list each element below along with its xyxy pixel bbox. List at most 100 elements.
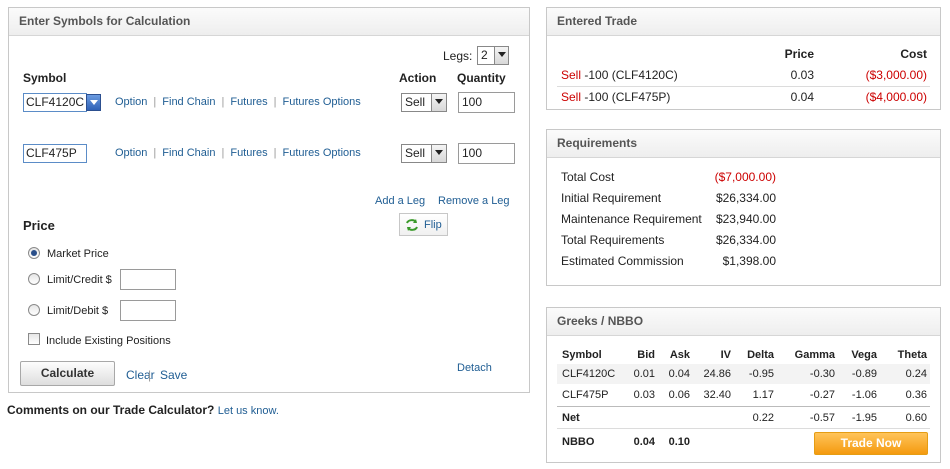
find-chain-link-leg2[interactable]: Find Chain [162,147,215,159]
legs-select[interactable]: 2 [477,46,509,65]
greeks-panel: Greeks / NBBO Symbol Bid Ask IV Delta Ga… [546,307,941,463]
trade-action: Sell [561,90,582,104]
greeks-header-delta: Delta [747,349,774,361]
nbbo-bid: 0.04 [633,436,655,448]
futures-options-link-leg2[interactable]: Futures Options [283,147,361,159]
greeks-header-vega: Vega [851,349,877,361]
futures-link-leg2[interactable]: Futures [230,147,267,159]
greeks-delta: 1.17 [752,389,774,401]
symbol-value-leg1: CLF4120C [26,95,85,109]
legs-label: Legs: [443,49,473,63]
net-label: Net [562,412,580,424]
futures-link-leg1[interactable]: Futures [230,96,267,108]
comments-line: Comments on our Trade Calculator? Let us… [7,403,279,417]
flip-label: Flip [424,219,442,231]
include-existing-label: Include Existing Positions [46,335,171,347]
quantity-header: Quantity [457,71,506,85]
limit-credit-radio[interactable] [28,273,40,285]
requirement-value: ($7,000.00) [714,170,776,184]
symbol-input-leg2[interactable]: CLF475P [23,144,87,163]
quantity-value-leg2: 100 [462,146,483,160]
chevron-down-icon[interactable] [431,145,446,162]
greeks-theta: 0.24 [905,368,927,380]
entered-trade-title: Entered Trade [547,8,940,36]
symbol-dropdown-icon[interactable] [86,94,101,111]
remove-leg-link[interactable]: Remove a Leg [438,195,510,207]
trade-description: -100 (CLF4120C) [584,68,678,82]
requirement-label: Total Requirements [561,233,665,247]
greeks-bid: 0.01 [633,368,655,380]
greeks-theta: 0.36 [905,389,927,401]
greeks-ask: 0.06 [668,389,690,401]
symbol-header: Symbol [23,71,67,85]
requirement-label: Estimated Commission [561,254,684,268]
quantity-value-leg1: 100 [462,95,483,109]
limit-debit-input[interactable] [120,300,176,321]
market-price-label: Market Price [47,248,109,260]
requirements-title: Requirements [547,130,940,158]
option-link-leg2[interactable]: Option [115,147,147,159]
action-value-leg1: Sell [405,95,426,109]
row-divider [557,86,930,87]
action-header: Action [399,71,437,85]
action-select-leg1[interactable]: Sell [401,93,447,112]
market-price-radio[interactable] [28,247,40,259]
flip-button[interactable]: Flip [399,213,448,236]
detach-link[interactable]: Detach [457,362,492,374]
net-delta: 0.22 [752,412,774,424]
requirement-value: $26,334.00 [715,233,776,247]
swap-icon [406,219,418,231]
greeks-title: Greeks / NBBO [547,308,940,336]
greeks-header-iv: IV [720,349,731,361]
chevron-down-icon[interactable] [431,94,446,111]
greeks-bid: 0.03 [633,389,655,401]
greeks-gamma: -0.30 [809,368,835,380]
chevron-down-icon[interactable] [494,47,508,64]
futures-options-link-leg1[interactable]: Futures Options [283,96,361,108]
let-us-know-link[interactable]: Let us know. [218,405,279,417]
trade-price: 0.04 [790,90,814,104]
greeks-header-bid: Bid [637,349,655,361]
quantity-input-leg2[interactable]: 100 [458,143,515,164]
leg2-links: Option | Find Chain | Futures | Futures Option… [115,147,361,159]
trade-action: Sell [561,68,582,82]
option-link-leg1[interactable]: Option [115,96,147,108]
save-link[interactable]: Save [160,368,187,382]
calculator-panel-title: Enter Symbols for Calculation [9,8,529,36]
greeks-vega: -1.06 [851,389,877,401]
requirement-value: $23,940.00 [715,212,776,226]
net-theta: 0.60 [905,412,927,424]
trade-description: -100 (CLF475P) [584,90,671,104]
quantity-input-leg1[interactable]: 100 [458,92,515,113]
net-vega: -1.95 [851,412,877,424]
symbol-input-leg1[interactable]: CLF4120C [23,93,87,112]
cost-column-header: Cost [900,47,927,61]
net-gamma: -0.57 [809,412,835,424]
calculate-button[interactable]: Calculate [20,361,115,386]
greeks-iv: 24.86 [703,368,731,380]
price-label: Price [23,218,55,233]
legs-select-value: 2 [481,48,488,62]
include-existing-checkbox[interactable] [28,333,40,345]
trade-cost: ($3,000.00) [865,68,927,82]
requirement-value: $26,334.00 [715,191,776,205]
clear-save-separator: | [148,368,152,382]
nbbo-label: NBBO [562,436,595,448]
nbbo-ask: 0.10 [668,436,690,448]
requirement-label: Maintenance Requirement [561,212,702,226]
greeks-header-symbol: Symbol [562,349,602,361]
requirement-value: $1,398.00 [722,254,776,268]
greeks-gamma: -0.27 [809,389,835,401]
limit-debit-label: Limit/Debit $ [47,305,109,317]
price-column-header: Price [784,47,814,61]
greeks-header-theta: Theta [897,349,927,361]
add-leg-link[interactable]: Add a Leg [375,195,425,207]
find-chain-link-leg1[interactable]: Find Chain [162,96,215,108]
action-value-leg2: Sell [405,146,426,160]
action-select-leg2[interactable]: Sell [401,144,447,163]
limit-credit-input[interactable] [120,269,176,290]
trade-now-button[interactable]: Trade Now [814,432,928,455]
requirement-label: Total Cost [561,170,615,184]
limit-debit-radio[interactable] [28,304,40,316]
symbol-value-leg2: CLF475P [26,146,77,160]
